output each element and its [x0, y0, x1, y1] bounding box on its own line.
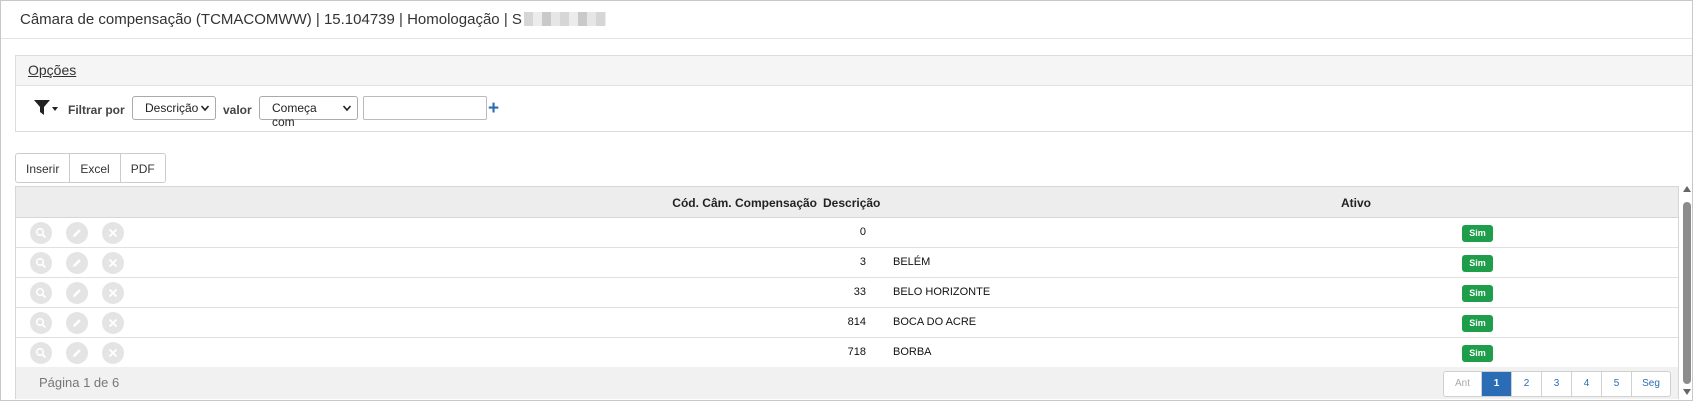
view-button[interactable]: [30, 342, 52, 364]
table-row: 33 BELO HORIZONTE Sim: [16, 278, 1678, 308]
close-icon: [108, 228, 118, 238]
scroll-thumb[interactable]: [1683, 202, 1691, 384]
page-title-text: Câmara de compensação (TCMACOMWW) | 15.1…: [20, 11, 522, 28]
search-icon: [35, 347, 47, 359]
scroll-up-arrow-icon[interactable]: [1683, 186, 1691, 192]
close-icon: [108, 348, 118, 358]
edit-button[interactable]: [66, 282, 88, 304]
options-header: Opções: [16, 56, 1692, 86]
title-bar: Câmara de compensação (TCMACOMWW) | 15.1…: [1, 1, 1692, 39]
redacted-text: [523, 12, 606, 26]
cell-description: BELO HORIZONTE: [893, 286, 991, 298]
view-button[interactable]: [30, 222, 52, 244]
value-label: valor: [223, 103, 252, 117]
delete-button[interactable]: [102, 252, 124, 274]
status-badge: Sim: [1462, 255, 1493, 272]
view-button[interactable]: [30, 252, 52, 274]
close-icon: [108, 288, 118, 298]
edit-button[interactable]: [66, 342, 88, 364]
page-info: Página 1 de 6: [39, 375, 120, 390]
cell-description: BELÉM: [893, 256, 931, 268]
table-row: 814 BOCA DO ACRE Sim: [16, 308, 1678, 338]
edit-icon: [73, 289, 81, 297]
pdf-button[interactable]: PDF: [121, 154, 165, 182]
status-badge: Sim: [1462, 315, 1493, 332]
chevron-down-icon: [343, 105, 351, 112]
chevron-down-icon: [201, 105, 209, 112]
options-toggle[interactable]: Opções: [28, 62, 76, 78]
options-panel: Opções Filtrar por Descrição valor Começ…: [15, 55, 1692, 132]
app-window: Câmara de compensação (TCMACOMWW) | 15.1…: [0, 0, 1693, 401]
filter-row: Filtrar por Descrição valor Começa com +: [16, 86, 1692, 132]
next-page-button[interactable]: Seg: [1632, 372, 1670, 396]
table-header: Cód. Câm. Compensação Descrição Ativo: [16, 187, 1678, 218]
status-badge: Sim: [1462, 345, 1493, 362]
operator-select[interactable]: Começa com: [259, 96, 358, 129]
cell-code: 3: [859, 256, 866, 268]
insert-button[interactable]: Inserir: [16, 154, 71, 182]
edit-button[interactable]: [66, 222, 88, 244]
edit-icon: [73, 319, 81, 327]
operator-value: Começa com: [272, 101, 317, 129]
delete-button[interactable]: [102, 282, 124, 304]
filter-by-label: Filtrar por: [68, 103, 125, 117]
status-badge: Sim: [1462, 285, 1493, 302]
cell-code: 0: [859, 226, 866, 238]
page-button-5[interactable]: 5: [1602, 372, 1632, 396]
page-button-4[interactable]: 4: [1572, 372, 1602, 396]
filter-funnel-icon[interactable]: [33, 98, 59, 118]
cell-code: 33: [853, 286, 866, 298]
column-header-description[interactable]: Descrição: [823, 196, 880, 210]
view-button[interactable]: [30, 282, 52, 304]
page-button-2[interactable]: 2: [1512, 372, 1542, 396]
view-button[interactable]: [30, 312, 52, 334]
edit-icon: [73, 259, 81, 267]
page-button-3[interactable]: 3: [1542, 372, 1572, 396]
search-icon: [35, 227, 47, 239]
filter-field-value: Descrição: [145, 101, 199, 115]
add-filter-button[interactable]: +: [488, 98, 499, 120]
prev-page-button[interactable]: Ant: [1444, 372, 1482, 396]
excel-button[interactable]: Excel: [70, 154, 121, 182]
scroll-down-arrow-icon[interactable]: [1683, 389, 1691, 395]
pagination: Ant 1 2 3 4 5 Seg: [1443, 371, 1671, 397]
filter-field-select[interactable]: Descrição: [132, 96, 216, 120]
table-footer: Página 1 de 6 Ant 1 2 3 4 5 Seg: [16, 367, 1678, 399]
table-row: 3 BELÉM Sim: [16, 248, 1678, 278]
delete-button[interactable]: [102, 312, 124, 334]
table-row: 718 BORBA Sim: [16, 338, 1678, 368]
edit-button[interactable]: [66, 312, 88, 334]
edit-icon: [73, 349, 81, 357]
close-icon: [108, 258, 118, 268]
cell-code: 718: [847, 346, 866, 358]
edit-icon: [73, 229, 81, 237]
page-button-1[interactable]: 1: [1482, 372, 1512, 396]
edit-button[interactable]: [66, 252, 88, 274]
table-row: 0 Sim: [16, 218, 1678, 248]
cell-description: BORBA: [893, 346, 932, 358]
search-icon: [35, 317, 47, 329]
search-icon: [35, 257, 47, 269]
data-grid: Cód. Câm. Compensação Descrição Ativo 0 …: [15, 186, 1679, 399]
cell-description: BOCA DO ACRE: [893, 316, 977, 328]
column-header-active[interactable]: Ativo: [1341, 196, 1371, 210]
cell-code: 814: [847, 316, 866, 328]
page-title: Câmara de compensação (TCMACOMWW) | 15.1…: [20, 11, 606, 28]
filter-value-input[interactable]: [363, 96, 487, 120]
status-badge: Sim: [1462, 225, 1493, 242]
vertical-scrollbar[interactable]: [1682, 186, 1692, 399]
column-header-code[interactable]: Cód. Câm. Compensação: [672, 196, 817, 210]
delete-button[interactable]: [102, 222, 124, 244]
delete-button[interactable]: [102, 342, 124, 364]
close-icon: [108, 318, 118, 328]
search-icon: [35, 287, 47, 299]
toolbar: Inserir Excel PDF: [15, 153, 166, 183]
